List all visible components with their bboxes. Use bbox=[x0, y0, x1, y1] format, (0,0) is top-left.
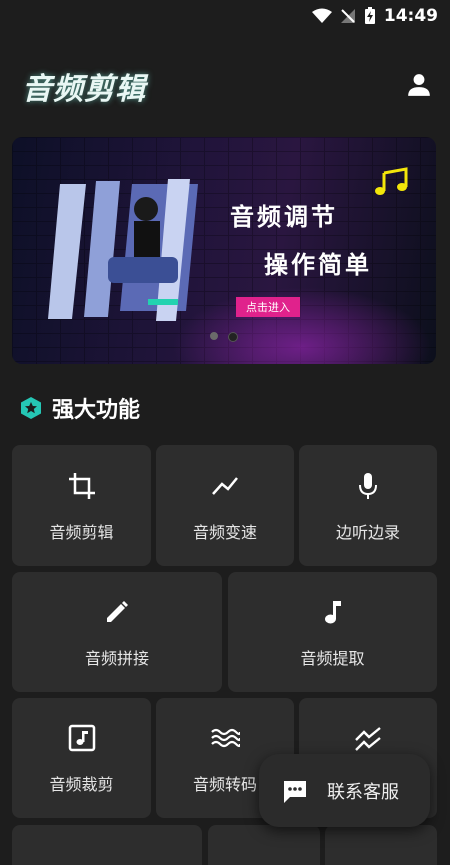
feature-speed-change[interactable]: 音频变速 bbox=[156, 445, 294, 566]
feature-listen-record[interactable]: 边听边录 bbox=[299, 445, 437, 566]
microphone-icon bbox=[359, 472, 377, 499]
feature-card-partial[interactable] bbox=[208, 825, 320, 865]
chat-icon bbox=[284, 780, 306, 803]
banner-subheadline: 操作简单 bbox=[264, 251, 372, 279]
signal-icon bbox=[340, 9, 355, 23]
app-header: 音频剪辑 bbox=[0, 60, 450, 110]
status-bar: 14:49 bbox=[0, 0, 450, 34]
contact-support-button[interactable]: 联系客服 bbox=[259, 754, 430, 827]
feature-label: 音频剪辑 bbox=[49, 522, 114, 542]
feature-label: 音频裁剪 bbox=[49, 775, 114, 794]
feature-audio-join[interactable]: 音频拼接 bbox=[12, 572, 222, 692]
feature-label: 音频拼接 bbox=[84, 649, 149, 668]
wifi-icon bbox=[311, 8, 332, 23]
feature-card-partial[interactable] bbox=[12, 825, 202, 865]
feature-label: 音频提取 bbox=[300, 649, 365, 668]
section-header: 强大功能 bbox=[20, 392, 140, 424]
banner-glow bbox=[172, 287, 432, 364]
profile-icon[interactable] bbox=[406, 72, 432, 98]
feature-label: 音频转码 bbox=[192, 775, 257, 794]
star-badge-icon bbox=[21, 397, 41, 419]
app-title: 音频剪辑 bbox=[22, 72, 146, 107]
feature-label: 音频变速 bbox=[192, 522, 257, 542]
banner-headline: 音频调节 bbox=[230, 203, 338, 231]
banner-artwork bbox=[48, 179, 198, 321]
promo-banner[interactable]: 音频调节 操作简单 点击进入 bbox=[12, 137, 436, 364]
carousel-dot-active[interactable] bbox=[228, 332, 238, 342]
status-time: 14:49 bbox=[383, 6, 438, 26]
banner-cta-button[interactable]: 点击进入 bbox=[236, 297, 300, 317]
contact-label: 联系客服 bbox=[327, 781, 399, 803]
double-trend-icon bbox=[355, 727, 381, 751]
carousel-dot[interactable] bbox=[210, 332, 218, 340]
feature-audio-cut[interactable]: 音频剪辑 bbox=[12, 445, 151, 566]
feature-audio-trim[interactable]: 音频裁剪 bbox=[12, 698, 151, 818]
music-box-icon bbox=[68, 724, 95, 752]
music-note-icon bbox=[375, 167, 408, 195]
waves-icon bbox=[211, 728, 240, 748]
carousel-indicator bbox=[210, 332, 238, 342]
feature-audio-extract[interactable]: 音频提取 bbox=[228, 572, 437, 692]
pencil-icon bbox=[107, 601, 128, 622]
battery-charging-icon bbox=[364, 7, 375, 24]
feature-card-partial[interactable] bbox=[325, 825, 437, 865]
trend-icon bbox=[212, 476, 238, 495]
crop-icon bbox=[68, 472, 95, 499]
feature-label: 边听边录 bbox=[335, 522, 400, 542]
section-title: 强大功能 bbox=[52, 398, 141, 423]
music-note-icon bbox=[324, 601, 341, 624]
